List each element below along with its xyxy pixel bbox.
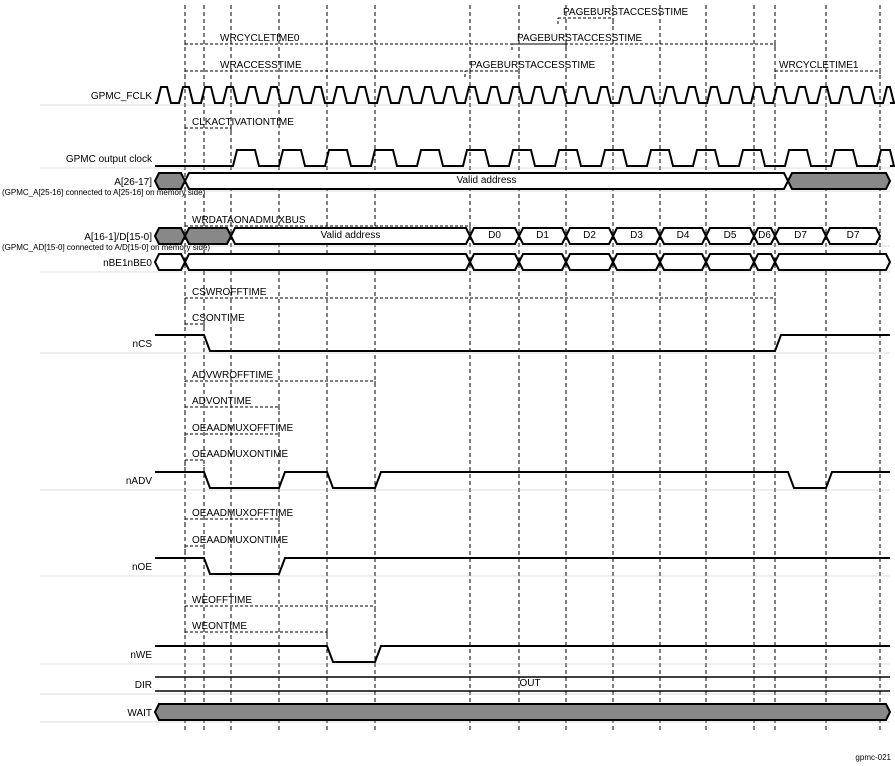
bus-value: D1 (523, 230, 562, 241)
bus-value: D7 (830, 230, 876, 241)
signal-label: nOE (132, 562, 152, 573)
timing-annotation: WRCYCLETIME0 (220, 33, 299, 44)
signal-sublabel: (GPMC_A[25-16] connected to A[25-16] on … (2, 188, 152, 197)
timing-annotation: ADVONTIME (192, 396, 251, 407)
dir-value: OUT (500, 678, 560, 689)
bus-value: D6 (758, 230, 771, 241)
timing-annotation: PAGEBURSTACCESSTIME (563, 7, 688, 18)
timing-annotation: WEOFFTIME (192, 595, 252, 606)
timing-annotation: WRCYCLETIME1 (779, 60, 858, 71)
signal-label: nADV (126, 476, 152, 487)
signal-label: GPMC_FCLK (91, 91, 152, 102)
timing-annotation: OEAADMUXOFFTIME (192, 508, 293, 519)
timing-annotation: OEAADMUXOFFTIME (192, 423, 293, 434)
timing-diagram: PAGEBURSTACCESSTIME PAGEBURSTACCESSTIME WR… (0, 0, 895, 766)
signal-label: DIR (135, 680, 152, 691)
bus-value: D4 (664, 230, 702, 241)
signal-label: nWE (130, 650, 152, 661)
signal-label: GPMC output clock (66, 154, 152, 165)
bus-value: D0 (474, 230, 515, 241)
signal-sublabel: (GPMC_AD[15-0] connected to A/D[15-0] on… (2, 243, 152, 252)
signal-label: A[16-1]/D[15-0] (84, 232, 152, 243)
timing-annotation: WRDATAONADMUXBUS (192, 215, 306, 226)
signal-label: WAIT (127, 708, 152, 719)
bus-value: D3 (617, 230, 656, 241)
timing-annotation: PAGEBURSTACCESSTIME (517, 33, 642, 44)
timing-annotation: OEAADMUXONTIME (192, 535, 288, 546)
bus-value: Valid address (235, 230, 466, 241)
timing-annotation: PAGEBURSTACCESSTIME (470, 60, 595, 71)
signal-label: nCS (133, 339, 152, 350)
timing-annotation: ADVWROFFTIME (192, 370, 273, 381)
bus-value: D2 (570, 230, 609, 241)
bus-value: Valid address (189, 175, 784, 186)
bus-value: D5 (710, 230, 750, 241)
timing-annotation: OEAADMUXONTIME (192, 449, 288, 460)
timing-annotation: CSONTIME (192, 313, 245, 324)
signal-label: nBE1nBE0 (103, 258, 152, 269)
signal-label: A[26-17] (114, 177, 152, 188)
timing-annotation: CLKACTIVATIONTIME (192, 117, 294, 128)
figure-id: gpmc-021 (855, 753, 891, 762)
bus-value: D7 (779, 230, 822, 241)
timing-annotation: WRACCESSTIME (220, 60, 302, 71)
timing-annotation: CSWROFFTIME (192, 287, 266, 298)
timing-annotation: WEONTIME (192, 621, 247, 632)
